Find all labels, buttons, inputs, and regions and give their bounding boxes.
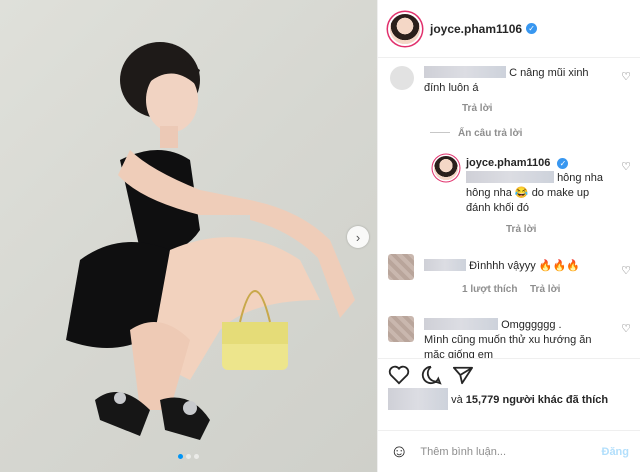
emoji-icon[interactable]: ☺: [390, 441, 408, 462]
post-actions: [378, 358, 640, 388]
comment-form: ☺ Thêm bình luận... Đăng: [378, 430, 640, 472]
carousel-dot: [178, 454, 183, 459]
comment-likes-count[interactable]: 1 lượt thích: [462, 284, 517, 295]
likes-summary: và 15,779 người khác đã thích: [388, 388, 608, 410]
reply-username[interactable]: joyce.pham1106: [466, 157, 550, 169]
like-reply-heart-icon[interactable]: ♡: [621, 160, 631, 173]
reply-text-part: đánh khối đó: [466, 202, 529, 214]
blurred-username: [424, 66, 506, 78]
carousel-dot: [194, 454, 199, 459]
blurred-mention: [466, 171, 554, 183]
like-comment-heart-icon[interactable]: ♡: [621, 322, 631, 335]
hide-replies-toggle[interactable]: Ẩn câu trả lời: [430, 128, 522, 139]
heart-icon[interactable]: [388, 365, 410, 385]
reply-button[interactable]: Trả lời: [530, 284, 560, 295]
hide-replies-label: Ẩn câu trả lời: [458, 128, 523, 139]
post-sidebar: joyce.pham1106 ✓ C nâng mũi xinh đính lu…: [377, 0, 640, 472]
reply-button[interactable]: Trả lời: [506, 224, 536, 235]
comment-avatar[interactable]: [388, 254, 414, 280]
likes-conjunction: và: [451, 394, 463, 406]
verified-badge-icon: ✓: [526, 23, 538, 34]
post-author-username[interactable]: joyce.pham1106: [430, 22, 522, 36]
like-comment-heart-icon[interactable]: ♡: [621, 70, 631, 83]
blurred-username: [424, 318, 498, 330]
comment-input[interactable]: Thêm bình luận...: [420, 446, 601, 458]
comment-text: Đìnhhh vậyyy 🔥🔥🔥: [424, 259, 614, 274]
comment-text: C nâng mũi xinh đính luôn á: [424, 66, 614, 96]
carousel-dot: [186, 454, 191, 459]
comment-text-part: Omgggggg .: [501, 319, 562, 331]
toggle-line: [430, 132, 450, 133]
blurred-username: [424, 259, 466, 271]
reply-text: joyce.pham1106 ✓ hông nha hông nha 😂 do …: [466, 156, 626, 216]
post-header: joyce.pham1106 ✓: [378, 0, 640, 58]
share-icon[interactable]: [452, 365, 474, 385]
likes-count[interactable]: 15,779: [466, 394, 500, 406]
carousel-indicators: [0, 454, 377, 459]
like-comment-heart-icon[interactable]: ♡: [621, 264, 631, 277]
comment-icon[interactable]: [420, 365, 442, 385]
comment-text-part: mặc giống em: [424, 349, 494, 358]
comment-text: Omgggggg . Mình cũng muốn thử xu hướng ă…: [424, 318, 624, 358]
reply-text-part: hông nha 😂 do make up: [466, 187, 590, 199]
verified-badge-icon: ✓: [557, 157, 569, 169]
reply-button[interactable]: Trả lời: [462, 103, 492, 114]
comment-text-part: đính luôn á: [424, 82, 479, 94]
comment-list[interactable]: C nâng mũi xinh đính luôn á ♡ Trả lời Ẩn…: [378, 58, 640, 358]
next-image-button[interactable]: ›: [347, 226, 369, 248]
post-photo[interactable]: ›: [0, 0, 377, 472]
reply-text-part: hông nha: [557, 172, 603, 184]
comment-avatar[interactable]: [388, 316, 414, 342]
comment-text-part: C nâng mũi xinh: [509, 67, 589, 79]
comment-avatar[interactable]: [390, 66, 414, 90]
comment-text-part: Đìnhhh vậyyy 🔥🔥🔥: [469, 260, 580, 272]
photo-illustration: [66, 42, 355, 440]
reply-avatar[interactable]: [434, 156, 458, 180]
blurred-liker-avatars: [388, 388, 448, 410]
avatar[interactable]: [390, 13, 420, 44]
post-comment-button[interactable]: Đăng: [602, 446, 630, 458]
likes-suffix[interactable]: người khác đã thích: [502, 394, 608, 406]
comment-text-part: Mình cũng muốn thử xu hướng ăn: [424, 334, 592, 346]
instagram-post: › joyce.pham1106 ✓ C nâng mũi xinh đính …: [0, 0, 640, 472]
chevron-right-icon: ›: [355, 229, 361, 245]
